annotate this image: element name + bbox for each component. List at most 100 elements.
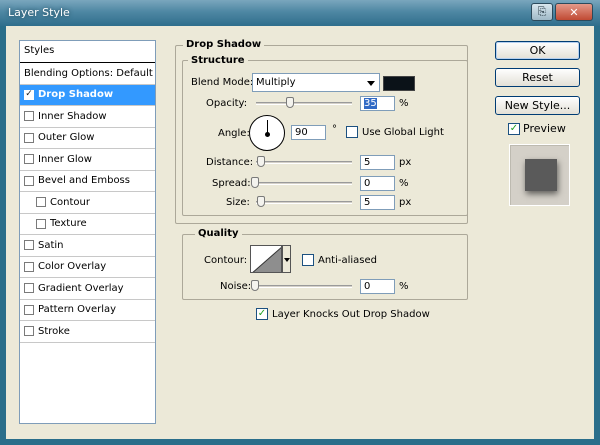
shadow-color-swatch[interactable] bbox=[383, 76, 415, 91]
blend-mode-value: Multiply bbox=[256, 77, 296, 88]
styles-item-label: Color Overlay bbox=[38, 261, 107, 273]
styles-item-label: Pattern Overlay bbox=[38, 304, 117, 316]
noise-slider-thumb[interactable] bbox=[251, 280, 259, 291]
size-slider-thumb[interactable] bbox=[257, 196, 265, 207]
opacity-slider-track[interactable] bbox=[256, 102, 352, 105]
use-global-light-label[interactable]: Use Global Light bbox=[362, 127, 444, 138]
restore-window-button[interactable]: ⎘ bbox=[531, 3, 553, 21]
styles-item-color-overlay[interactable]: Color Overlay bbox=[20, 257, 155, 278]
styles-item-label: Satin bbox=[38, 239, 64, 251]
styles-item-label: Blending Options: Default bbox=[24, 67, 153, 79]
noise-unit: % bbox=[399, 281, 409, 292]
layer-style-window: Layer Style ⎘ ✕ Styles Blending Options:… bbox=[0, 0, 600, 445]
size-value: 5 bbox=[364, 197, 371, 208]
anti-aliased-label[interactable]: Anti-aliased bbox=[318, 255, 377, 266]
window-title: Layer Style bbox=[8, 6, 70, 19]
styles-list: Styles Blending Options: Default ✓ Drop Sh… bbox=[19, 40, 156, 424]
noise-input[interactable]: 0 bbox=[360, 279, 395, 294]
style-checkbox[interactable] bbox=[24, 111, 34, 122]
style-checkbox[interactable] bbox=[36, 197, 46, 208]
style-checkbox[interactable] bbox=[24, 304, 34, 315]
styles-item-drop-shadow[interactable]: ✓ Drop Shadow bbox=[20, 84, 155, 106]
size-input[interactable]: 5 bbox=[360, 195, 395, 210]
angle-label: Angle: bbox=[218, 128, 250, 139]
styles-item-label: Contour bbox=[50, 196, 90, 208]
opacity-value: 35 bbox=[364, 98, 377, 109]
linear-contour-icon bbox=[252, 247, 281, 272]
contour-dropdown-button[interactable] bbox=[282, 245, 291, 273]
spread-slider-thumb[interactable] bbox=[251, 177, 259, 188]
style-checkbox[interactable] bbox=[36, 218, 46, 229]
styles-item-blending-options-default[interactable]: Blending Options: Default bbox=[20, 63, 155, 85]
opacity-slider-thumb[interactable] bbox=[285, 97, 294, 108]
style-checkbox[interactable] bbox=[24, 261, 34, 272]
size-unit: px bbox=[399, 197, 412, 208]
style-checkbox[interactable] bbox=[24, 240, 34, 251]
reset-button[interactable]: Reset bbox=[495, 68, 580, 87]
style-checkbox[interactable]: ✓ bbox=[24, 89, 34, 100]
opacity-label: Opacity: bbox=[206, 98, 248, 109]
preview-thumbnail bbox=[509, 144, 570, 206]
anti-aliased-checkbox[interactable] bbox=[302, 254, 314, 266]
contour-label: Contour: bbox=[204, 255, 248, 266]
styles-item-stroke[interactable]: Stroke bbox=[20, 321, 155, 343]
styles-item-label: Inner Shadow bbox=[38, 110, 107, 122]
title-bar[interactable]: Layer Style ⎘ ✕ bbox=[0, 0, 600, 26]
ok-button[interactable]: OK bbox=[495, 41, 580, 60]
new-style-button[interactable]: New Style... bbox=[495, 96, 580, 115]
chevron-down-icon bbox=[367, 81, 375, 86]
knockout-label[interactable]: Layer Knocks Out Drop Shadow bbox=[272, 309, 430, 320]
distance-slider-track[interactable] bbox=[256, 161, 352, 164]
spread-label: Spread: bbox=[212, 178, 251, 189]
style-checkbox[interactable] bbox=[24, 326, 34, 337]
use-global-light-checkbox[interactable] bbox=[346, 126, 358, 138]
knockout-checkbox[interactable]: ✓ bbox=[256, 308, 268, 320]
check-icon: ✓ bbox=[257, 308, 267, 319]
style-checkbox[interactable] bbox=[24, 175, 34, 186]
styles-item-inner-shadow[interactable]: Inner Shadow bbox=[20, 106, 155, 128]
angle-dial-center bbox=[265, 132, 270, 137]
close-window-button[interactable]: ✕ bbox=[555, 3, 593, 21]
preview-label[interactable]: Preview bbox=[523, 122, 566, 135]
styles-item-outer-glow[interactable]: Outer Glow bbox=[20, 128, 155, 149]
styles-item-bevel-and-emboss[interactable]: Bevel and Emboss bbox=[20, 171, 155, 192]
styles-list-header[interactable]: Styles bbox=[20, 41, 155, 63]
contour-picker[interactable] bbox=[250, 245, 282, 273]
styles-item-pattern-overlay[interactable]: Pattern Overlay bbox=[20, 300, 155, 321]
spread-value: 0 bbox=[364, 178, 371, 189]
close-icon: ✕ bbox=[569, 5, 579, 19]
styles-item-label: Stroke bbox=[38, 325, 70, 337]
styles-item-label: Bevel and Emboss bbox=[38, 175, 130, 187]
distance-unit: px bbox=[399, 157, 412, 168]
opacity-input[interactable]: 35 bbox=[360, 96, 395, 111]
preview-checkbox[interactable]: ✓ bbox=[508, 123, 520, 135]
preview-square bbox=[525, 159, 557, 191]
styles-item-label: Outer Glow bbox=[38, 132, 95, 144]
styles-item-contour[interactable]: Contour bbox=[20, 192, 155, 214]
dialog-client-area: Styles Blending Options: Default ✓ Drop Sh… bbox=[6, 26, 594, 439]
size-slider-track[interactable] bbox=[256, 201, 352, 204]
check-icon: ✓ bbox=[509, 123, 519, 134]
quality-title: Quality bbox=[195, 228, 242, 239]
styles-item-label: Drop Shadow bbox=[38, 89, 114, 101]
distance-input[interactable]: 5 bbox=[360, 155, 395, 170]
drop-shadow-title: Drop Shadow bbox=[183, 39, 265, 50]
noise-value: 0 bbox=[364, 281, 371, 292]
style-checkbox[interactable] bbox=[24, 132, 34, 143]
styles-item-inner-glow[interactable]: Inner Glow bbox=[20, 149, 155, 171]
angle-dial[interactable] bbox=[249, 115, 285, 151]
style-checkbox[interactable] bbox=[24, 283, 34, 294]
noise-slider-track[interactable] bbox=[256, 285, 352, 288]
restore-icon: ⎘ bbox=[537, 5, 547, 18]
size-label: Size: bbox=[226, 197, 250, 208]
styles-item-satin[interactable]: Satin bbox=[20, 235, 155, 257]
style-checkbox[interactable] bbox=[24, 154, 34, 165]
structure-title: Structure bbox=[188, 55, 248, 66]
distance-slider-thumb[interactable] bbox=[257, 156, 265, 167]
styles-item-gradient-overlay[interactable]: Gradient Overlay bbox=[20, 278, 155, 300]
styles-item-texture[interactable]: Texture bbox=[20, 214, 155, 235]
angle-input[interactable]: 90 bbox=[291, 125, 326, 140]
spread-slider-track[interactable] bbox=[256, 182, 352, 185]
blend-mode-select[interactable]: Multiply bbox=[252, 73, 380, 92]
spread-input[interactable]: 0 bbox=[360, 176, 395, 191]
